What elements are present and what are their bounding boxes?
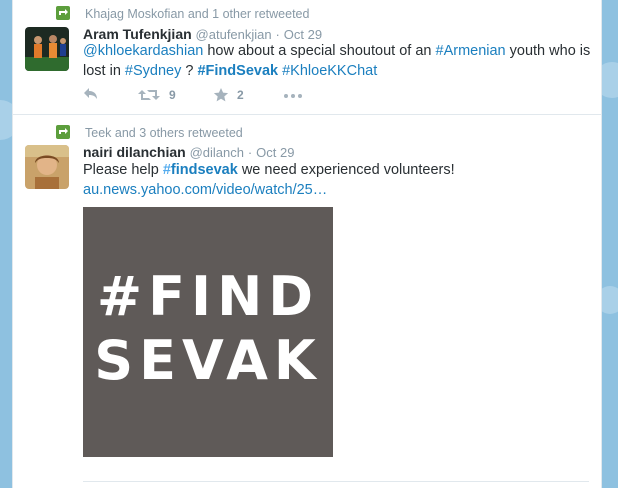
retweet-icon: [56, 125, 70, 139]
separator: ·: [247, 145, 253, 160]
retweet-icon: [138, 90, 160, 100]
avatar[interactable]: [25, 145, 69, 189]
tweet[interactable]: Khajag Moskofian and 1 other retweeted A…: [13, 0, 601, 115]
tweet-text-part: ?: [181, 63, 198, 79]
timestamp[interactable]: Oct 29: [256, 145, 294, 160]
user-fullname[interactable]: nairi dilanchian: [83, 144, 186, 160]
favorite-count: 2: [237, 88, 244, 102]
user-handle[interactable]: @dilanch: [190, 145, 244, 160]
tweet-text-part: Please help: [83, 162, 163, 178]
divider: [83, 481, 589, 482]
mention-link[interactable]: @khloekardashian: [83, 43, 203, 59]
retweet-context-text[interactable]: Khajag Moskofian and 1 other retweeted: [85, 6, 309, 22]
separator: ·: [275, 27, 280, 42]
retweet-context-text[interactable]: Teek and 3 others retweeted: [85, 125, 243, 141]
hashtag-link[interactable]: #Sydney: [125, 63, 181, 79]
tweet-text-part: we need experienced volunteers!: [237, 162, 455, 178]
media-image[interactable]: #FIND SEVAK: [83, 207, 333, 457]
hash-mark: #: [162, 162, 171, 178]
more-icon: [284, 94, 302, 98]
media-text-line: SEVAK: [94, 329, 322, 392]
avatar[interactable]: [25, 27, 69, 71]
reply-icon: [84, 88, 97, 99]
tweet-text-part: how about a special shoutout of an: [203, 43, 436, 59]
user-fullname[interactable]: Aram Tufenkjian: [83, 26, 192, 42]
hashtag-link[interactable]: #Armenian: [436, 43, 506, 59]
user-handle[interactable]: @atufenkjian: [196, 27, 272, 42]
retweet-count: 9: [169, 88, 176, 102]
star-icon: [213, 88, 229, 102]
timeline: Khajag Moskofian and 1 other retweeted A…: [12, 0, 602, 488]
hashtag-link[interactable]: #KhloeKKChat: [282, 63, 377, 79]
timestamp[interactable]: Oct 29: [284, 27, 322, 42]
hashtag-word: findsevak: [170, 162, 238, 178]
hashtag-link[interactable]: #findsevak: [163, 162, 238, 178]
tweet[interactable]: Teek and 3 others retweeted nairi dilanc…: [13, 115, 601, 488]
url-link[interactable]: au.news.yahoo.com/video/watch/25…: [83, 182, 327, 198]
retweet-icon: [56, 6, 70, 20]
media-text-line: #FIND: [96, 265, 320, 328]
tweet-text: Please help #findsevak we need experienc…: [83, 160, 593, 200]
hashtag-link[interactable]: #FindSevak: [197, 63, 278, 79]
tweet-actions: 9 2: [83, 85, 483, 105]
tweet-text: @khloekardashian how about a special sho…: [83, 41, 593, 81]
